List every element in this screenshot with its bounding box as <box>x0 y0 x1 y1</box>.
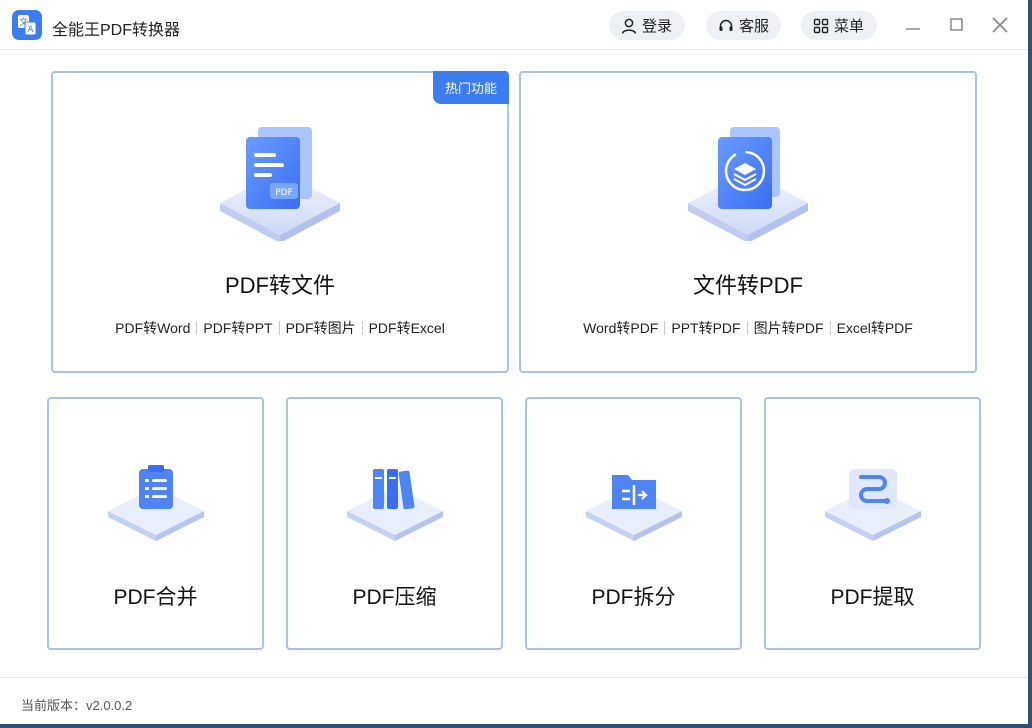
books-icon <box>346 469 443 541</box>
status-footer: 当前版本：v2.0.0.2 <box>0 677 1028 724</box>
window-edge <box>1028 0 1032 728</box>
pdf-document-icon: PDF <box>220 127 340 241</box>
menu-label: 菜单 <box>834 18 865 35</box>
pdf-split-card[interactable]: PDF拆分 <box>525 397 742 650</box>
user-icon <box>621 18 637 34</box>
close-icon[interactable] <box>989 14 1011 36</box>
clipboard-list-icon <box>107 465 204 541</box>
pdf-compress-card[interactable]: PDF压缩 <box>286 397 503 650</box>
login-button[interactable]: 登录 <box>609 11 685 40</box>
extract-path-icon <box>824 469 921 541</box>
app-logo-icon: 文 A <box>12 10 42 40</box>
app-window: 文 A 全能王PDF转换器 登录 客服 菜单 热门功能 PDF PDF转文件 P… <box>0 0 1028 724</box>
link-word-to-pdf[interactable]: Word转PDF <box>577 318 664 338</box>
svg-text:PDF: PDF <box>275 188 293 198</box>
customer-service-button[interactable]: 客服 <box>706 11 781 40</box>
quick-links: Word转PDF PPT转PDF 图片转PDF Excel转PDF <box>521 318 975 338</box>
link-pdf-to-word[interactable]: PDF转Word <box>109 318 196 338</box>
maximize-icon[interactable] <box>946 14 968 36</box>
version-label: 当前版本：v2.0.0.2 <box>21 698 133 713</box>
link-pdf-to-excel[interactable]: PDF转Excel <box>363 318 451 338</box>
card-title: PDF压缩 <box>352 586 437 609</box>
app-title: 全能王PDF转换器 <box>52 22 181 39</box>
link-pdf-to-ppt[interactable]: PDF转PPT <box>197 318 278 338</box>
pdf-extract-card[interactable]: PDF提取 <box>764 397 981 650</box>
grid-icon <box>813 18 829 33</box>
headset-icon <box>719 19 733 31</box>
minimize-icon[interactable] <box>902 14 924 36</box>
link-image-to-pdf[interactable]: 图片转PDF <box>748 318 830 338</box>
file-to-pdf-card[interactable]: 文件转PDF Word转PDF PPT转PDF 图片转PDF Excel转PDF <box>519 71 977 373</box>
service-label: 客服 <box>739 18 770 35</box>
svg-text:A: A <box>27 25 34 35</box>
quick-links: PDF转Word PDF转PPT PDF转图片 PDF转Excel <box>53 318 507 338</box>
split-folder-icon <box>585 475 682 541</box>
card-title: PDF转文件 <box>224 273 335 298</box>
pdf-merge-card[interactable]: PDF合并 <box>47 397 264 650</box>
card-title: PDF提取 <box>830 586 915 609</box>
hot-feature-badge: 热门功能 <box>433 71 509 104</box>
login-label: 登录 <box>642 18 673 35</box>
card-title: PDF合并 <box>113 586 198 609</box>
card-title: 文件转PDF <box>692 273 803 298</box>
title-bar: 文 A 全能王PDF转换器 登录 客服 菜单 <box>0 0 1028 50</box>
link-pdf-to-image[interactable]: PDF转图片 <box>280 318 362 338</box>
link-ppt-to-pdf[interactable]: PPT转PDF <box>665 318 746 338</box>
card-title: PDF拆分 <box>591 586 676 609</box>
window-edge-bottom <box>0 724 1032 728</box>
link-excel-to-pdf[interactable]: Excel转PDF <box>831 318 919 338</box>
pdf-to-file-card[interactable]: 热门功能 PDF PDF转文件 PDF转Word PDF转PPT PDF转图片 … <box>51 71 509 373</box>
menu-button[interactable]: 菜单 <box>801 11 877 40</box>
layers-convert-icon <box>688 127 808 241</box>
